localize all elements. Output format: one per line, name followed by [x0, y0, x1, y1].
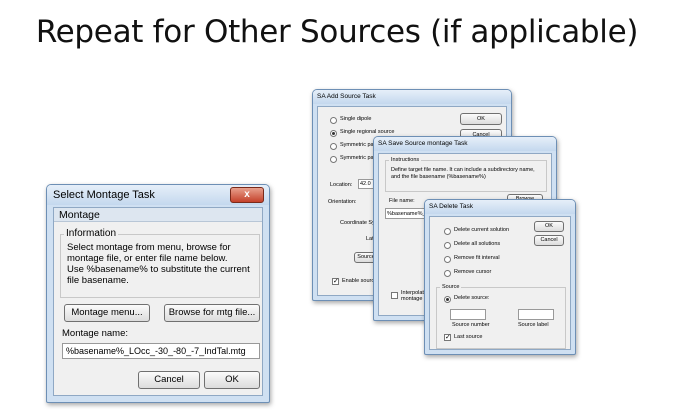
- orientation-label: Orientation:: [328, 199, 357, 205]
- ok-button[interactable]: OK: [204, 371, 260, 389]
- interpolate-checkbox[interactable]: [391, 292, 398, 299]
- add-source-ok-button[interactable]: OK: [460, 113, 502, 125]
- delete-cancel-button[interactable]: Cancel: [534, 235, 564, 246]
- montage-name-label: Montage name:: [62, 328, 129, 339]
- option-label: Delete all solutions: [454, 241, 501, 247]
- select-montage-dialog: Select Montage Task x Montage Informatio…: [46, 184, 270, 403]
- delete-ok-button[interactable]: OK: [534, 221, 564, 232]
- option-label: Delete current solution: [454, 227, 510, 233]
- radio-delete-current-solution[interactable]: [444, 228, 451, 235]
- save-montage-titlebar: SA Save Source montage Task: [374, 137, 556, 151]
- radio-delete-all-solutions[interactable]: [444, 242, 451, 249]
- radio-single-regional-source[interactable]: [330, 130, 337, 137]
- tab-montage[interactable]: Montage: [54, 208, 262, 222]
- montage-client: Montage Information Select montage from …: [53, 207, 263, 396]
- slide-title: Repeat for Other Sources (if applicable): [35, 14, 639, 50]
- location-label: Location:: [330, 182, 353, 188]
- radio-symmetric-pair-2[interactable]: [330, 156, 337, 163]
- delete-dialog: SA Delete Task OK Cancel Delete current …: [424, 199, 576, 355]
- enable-source-label: Enable source: [342, 278, 378, 284]
- radio-delete-source[interactable]: [444, 296, 451, 303]
- last-source-label: Last source: [454, 334, 483, 340]
- delete-source-label: Delete source:: [454, 295, 490, 301]
- option-label: Single dipole: [340, 116, 372, 122]
- source-label-label: Source label: [518, 322, 549, 328]
- montage-menu-button[interactable]: Montage menu...: [64, 304, 150, 322]
- delete-titlebar: SA Delete Task: [425, 200, 575, 214]
- add-source-titlebar: SA Add Source Task: [313, 90, 511, 104]
- instructions-group-title: Instructions: [389, 157, 422, 163]
- montage-name-field[interactable]: %basename%_LOcc_-30_-80_-7_IndTal.mtg: [62, 343, 260, 359]
- radio-remove-fit-interval[interactable]: [444, 256, 451, 263]
- information-group-title: Information: [64, 228, 119, 239]
- montage-dialog-title: Select Montage Task: [53, 189, 155, 201]
- browse-mtg-file-button[interactable]: Browse for mtg file...: [164, 304, 260, 322]
- source-group-title: Source: [440, 284, 462, 290]
- close-icon[interactable]: x: [230, 187, 264, 203]
- last-source-checkbox[interactable]: ✓: [444, 334, 451, 341]
- delete-client: OK Cancel Delete current solution Delete…: [429, 216, 571, 350]
- option-label: Remove fit interval: [454, 255, 500, 261]
- file-name-label: File name:: [389, 198, 415, 204]
- instructions-text: Define target file name. It can include …: [391, 167, 535, 180]
- radio-single-dipole[interactable]: [330, 117, 337, 124]
- option-label: Remove cursor: [454, 269, 492, 275]
- source-number-field[interactable]: [450, 309, 486, 320]
- radio-remove-cursor[interactable]: [444, 270, 451, 277]
- cancel-button[interactable]: Cancel: [138, 371, 200, 389]
- radio-symmetric-pair-1[interactable]: [330, 143, 337, 150]
- option-label: Single regional source: [340, 129, 395, 135]
- information-text: Select montage from menu, browse for mon…: [67, 242, 250, 286]
- enable-source-checkbox[interactable]: ✓: [332, 278, 339, 285]
- source-number-label: Source number: [452, 322, 490, 328]
- source-label-field[interactable]: [518, 309, 554, 320]
